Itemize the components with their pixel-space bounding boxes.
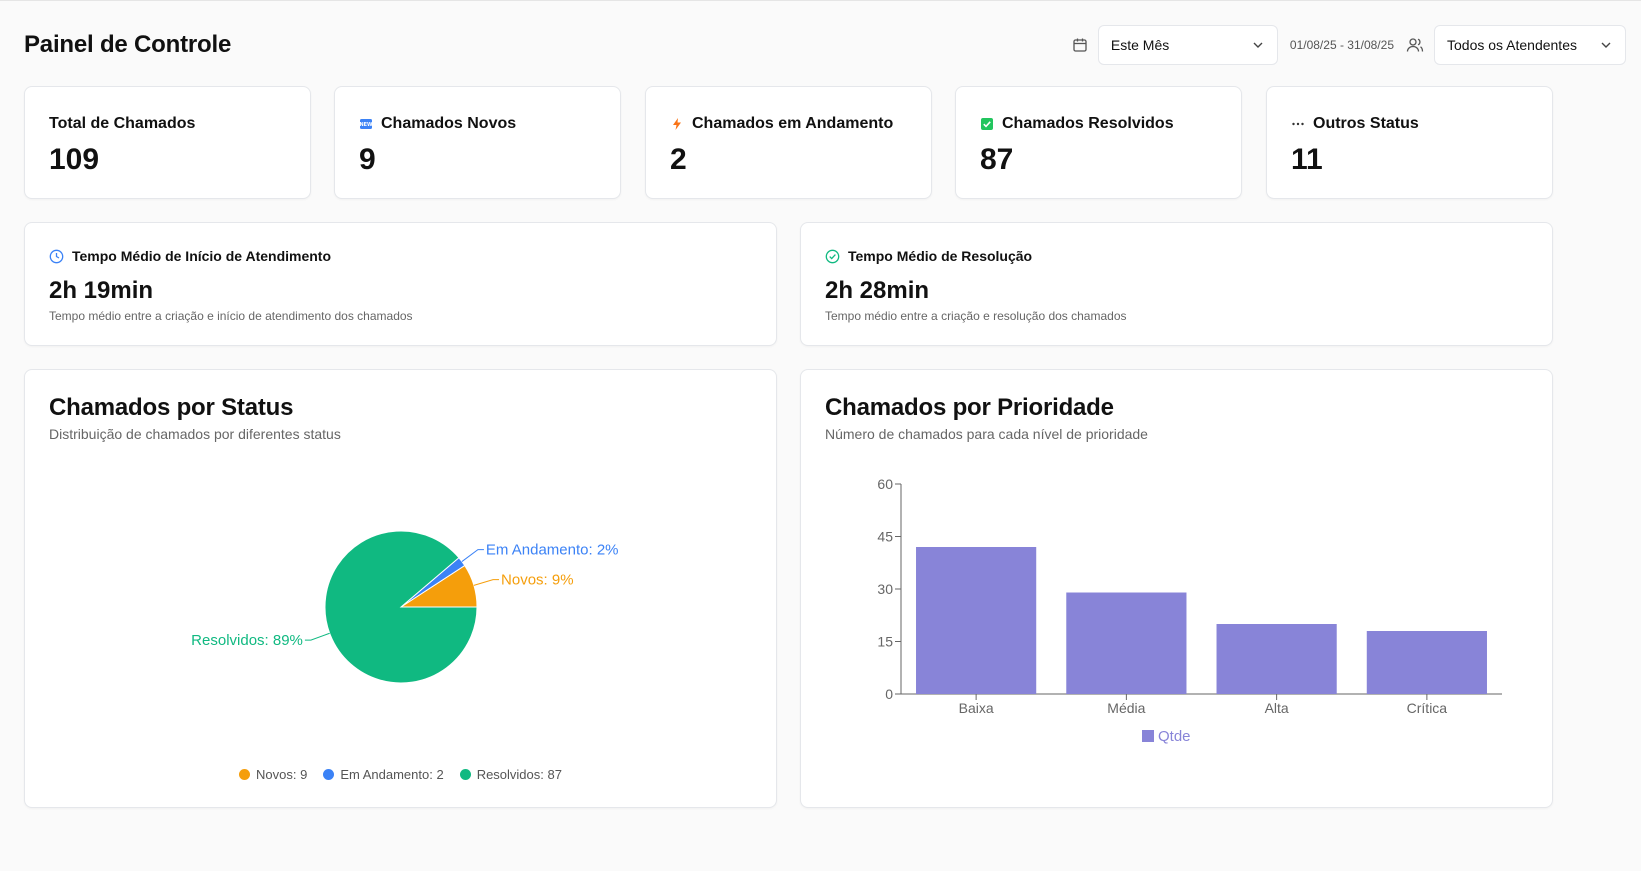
stat-card-other: Outros Status 11 xyxy=(1266,86,1553,199)
time-label-text: Tempo Médio de Resolução xyxy=(848,248,1033,264)
x-tick-label: Média xyxy=(1107,700,1145,716)
y-tick-label: 15 xyxy=(877,634,893,650)
time-description: Tempo médio entre a criação e início de … xyxy=(49,309,413,323)
stat-label: Chamados Resolvidos xyxy=(980,115,1174,133)
y-tick-label: 60 xyxy=(877,476,893,492)
calendar-icon xyxy=(1072,37,1088,53)
bar-3[interactable] xyxy=(1366,631,1487,694)
bar-1[interactable] xyxy=(1066,592,1187,695)
stat-label-text: Chamados Resolvidos xyxy=(1002,115,1174,132)
check-box-icon xyxy=(980,117,994,131)
pie-label-line xyxy=(461,549,484,562)
bar-0[interactable] xyxy=(916,547,1037,694)
legend-label: Em Andamento: 2 xyxy=(340,767,444,782)
stat-label-text: Outros Status xyxy=(1313,115,1419,132)
legend-label: Qtde xyxy=(1158,728,1191,745)
x-tick-label: Baixa xyxy=(959,700,994,716)
time-label: Tempo Médio de Início de Atendimento xyxy=(49,248,331,264)
svg-text:NEW: NEW xyxy=(359,122,373,128)
stat-label: Outros Status xyxy=(1291,115,1419,133)
stat-value: 87 xyxy=(980,143,1014,176)
stat-label-text: Chamados em Andamento xyxy=(692,115,894,132)
priority-chart-card: Chamados por Prioridade Número de chamad… xyxy=(800,369,1553,808)
top-border xyxy=(0,0,1641,1)
legend-item-resolvidos: Resolvidos: 87 xyxy=(459,767,562,782)
stat-label: NEW Chamados Novos xyxy=(359,115,516,133)
time-value: 2h 28min xyxy=(825,277,930,304)
legend-dot xyxy=(239,769,251,780)
header-controls: Este Mês 01/08/25 - 31/08/25 Todos os At… xyxy=(1072,25,1626,65)
check-circle-icon xyxy=(825,249,840,264)
legend-dot xyxy=(459,769,471,780)
pie-slice-label: Resolvidos: 89% xyxy=(191,632,303,649)
stat-label-text: Total de Chamados xyxy=(49,115,196,132)
time-value: 2h 19min xyxy=(49,277,154,304)
pie-slice-resolvidos[interactable] xyxy=(324,530,478,684)
stat-value: 11 xyxy=(1291,143,1323,176)
status-chart-card: Chamados por Status Distribuição de cham… xyxy=(24,369,777,808)
users-icon xyxy=(1406,37,1424,53)
stat-label: Chamados em Andamento xyxy=(670,115,893,133)
lightning-icon xyxy=(670,117,684,131)
x-tick-label: Alta xyxy=(1265,700,1289,716)
date-range: 01/08/25 - 31/08/25 xyxy=(1289,38,1394,52)
legend-item-andamento: Em Andamento: 2 xyxy=(323,767,444,782)
period-select-value: Este Mês xyxy=(1110,37,1170,53)
y-tick-label: 45 xyxy=(877,529,893,545)
stat-card-new: NEW Chamados Novos 9 xyxy=(334,86,621,199)
pie-legend: Novos: 9 Em Andamento: 2 Resolvidos: 87 xyxy=(25,767,776,782)
pie-label-line xyxy=(304,632,330,641)
period-select[interactable]: Este Mês xyxy=(1097,25,1278,65)
new-badge-icon: NEW xyxy=(359,117,373,131)
legend-swatch xyxy=(1142,730,1154,742)
agent-select-value: Todos os Atendentes xyxy=(1447,37,1577,53)
stat-value: 2 xyxy=(670,143,687,176)
stat-value: 109 xyxy=(49,143,100,176)
status-pie-chart: Novos: 9% Em Andamento: 2% Resolvidos: 89% xyxy=(191,530,619,684)
agent-select[interactable]: Todos os Atendentes xyxy=(1434,25,1626,65)
header: Painel de Controle Este Mês 01/08/25 - 3… xyxy=(24,24,1626,66)
y-tick-label: 0 xyxy=(885,686,893,702)
x-tick-label: Crítica xyxy=(1407,700,1448,716)
y-tick-label: 30 xyxy=(877,581,893,597)
legend-dot xyxy=(323,769,335,780)
chevron-down-icon xyxy=(1251,38,1265,52)
bar-2[interactable] xyxy=(1216,624,1337,694)
time-description: Tempo médio entre a criação e resolução … xyxy=(825,309,1127,323)
time-label-text: Tempo Médio de Início de Atendimento xyxy=(72,248,332,264)
priority-bar-chart: 0 15 30 45 60 Baixa Média Alta Crítica Qtde xyxy=(877,476,1502,745)
ellipsis-icon xyxy=(1291,117,1305,131)
clock-icon xyxy=(49,249,64,264)
pie-slice-label: Novos: 9% xyxy=(501,572,574,589)
legend-label: Resolvidos: 87 xyxy=(476,767,562,782)
pie-label-line xyxy=(473,579,500,586)
stat-card-in-progress: Chamados em Andamento 2 xyxy=(645,86,932,199)
chevron-down-icon xyxy=(1599,38,1613,52)
legend-label: Novos: 9 xyxy=(256,767,308,782)
stat-label: Total de Chamados xyxy=(49,115,195,133)
stat-value: 9 xyxy=(359,143,376,176)
legend-item-novos: Novos: 9 xyxy=(239,767,307,782)
stat-label-text: Chamados Novos xyxy=(381,115,517,132)
stat-card-total: Total de Chamados 109 xyxy=(24,86,311,199)
time-card-resolution: Tempo Médio de Resolução 2h 28min Tempo … xyxy=(800,222,1553,346)
page-title: Painel de Controle xyxy=(24,31,232,58)
time-card-start: Tempo Médio de Início de Atendimento 2h … xyxy=(24,222,777,346)
pie-slice-label: Em Andamento: 2% xyxy=(486,542,619,559)
time-label: Tempo Médio de Resolução xyxy=(825,248,1032,264)
stat-card-resolved: Chamados Resolvidos 87 xyxy=(955,86,1242,199)
